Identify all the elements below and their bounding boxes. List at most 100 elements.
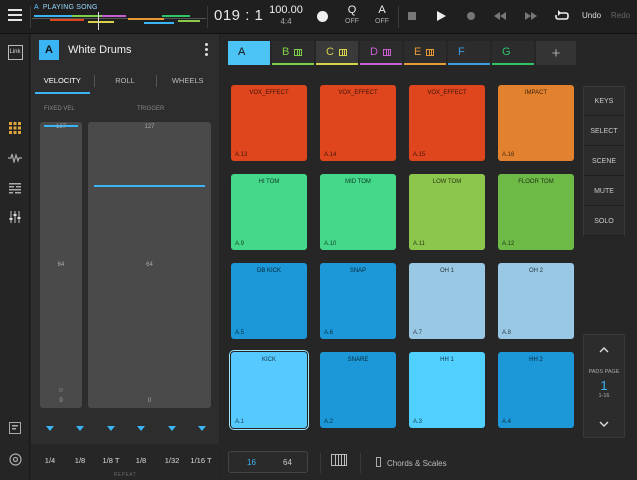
- song-position[interactable]: 019 : 1: [214, 7, 263, 24]
- play-icon[interactable]: [433, 8, 449, 24]
- bottom-bar: 16 64 Chords & Scales: [220, 447, 637, 480]
- fixed-velocity-max: 127: [55, 124, 66, 130]
- trigger-slider[interactable]: 127 64 0: [88, 122, 211, 408]
- repeat-rates: 1/4 1/8 1/8 T 1/8 1/32 1/16 T REPEAT: [31, 444, 219, 480]
- sequencer-view-icon[interactable]: [7, 180, 23, 196]
- menu-icon[interactable]: [8, 9, 22, 23]
- song-overview[interactable]: A PLAYING SONG: [32, 2, 206, 32]
- rate-button[interactable]: 1/8 T: [97, 456, 125, 465]
- trigger-min: 0: [147, 398, 152, 404]
- pad-name: DB KICK: [256, 268, 281, 274]
- drum-pad[interactable]: HH 2 A.4: [498, 352, 574, 428]
- rewind-icon[interactable]: [492, 8, 508, 24]
- arrow-down-icon[interactable]: [168, 426, 176, 431]
- drum-pad[interactable]: SNAP A.6: [320, 263, 396, 339]
- scene-tab-e[interactable]: E: [404, 41, 446, 65]
- pad-id: A.11: [413, 241, 425, 247]
- rate-button[interactable]: 1/32: [158, 456, 186, 465]
- drum-pad[interactable]: OH 1 A.7: [409, 263, 485, 339]
- solo-button[interactable]: SOLO: [584, 207, 624, 236]
- trigger-max: 127: [144, 124, 155, 130]
- drum-pad[interactable]: IMPACT A.16: [498, 85, 574, 161]
- redo-button[interactable]: Redo: [611, 11, 630, 20]
- rate-button[interactable]: 1/8: [66, 456, 94, 465]
- scene-tab-f[interactable]: F: [448, 41, 490, 65]
- arrow-down-icon[interactable]: [137, 426, 145, 431]
- rate-button[interactable]: 1/16 T: [187, 456, 215, 465]
- select-button[interactable]: SELECT: [584, 117, 624, 146]
- chevron-down-icon[interactable]: [599, 419, 609, 429]
- clip-launcher-icon[interactable]: [7, 420, 23, 436]
- drum-pad[interactable]: OH 2 A.8: [498, 263, 574, 339]
- drum-pad[interactable]: VOX_EFFECT A.13: [231, 85, 307, 161]
- scene-button[interactable]: SCENE: [584, 147, 624, 176]
- drum-pad[interactable]: FLOOR TOM A.12: [498, 174, 574, 250]
- pads-page-range: 1-16: [598, 393, 610, 399]
- note-repeat-arrows: [31, 426, 219, 436]
- browser-icon[interactable]: [7, 451, 23, 467]
- divider: [30, 6, 31, 28]
- chevron-up-icon[interactable]: [599, 345, 609, 355]
- time-signature: 4:4: [280, 17, 292, 26]
- record-button[interactable]: [317, 11, 328, 22]
- scene-tab-c[interactable]: C: [316, 41, 358, 65]
- tab-wheels[interactable]: WHEELS: [156, 70, 219, 92]
- link-icon: Link: [7, 44, 23, 60]
- link-button[interactable]: Link: [7, 44, 23, 60]
- arrow-down-icon[interactable]: [46, 426, 54, 431]
- stop-icon[interactable]: [404, 8, 420, 24]
- automation-toggle[interactable]: A OFF: [369, 4, 395, 25]
- drum-pad[interactable]: MID TOM A.10: [320, 174, 396, 250]
- more-options-icon[interactable]: [205, 43, 209, 58]
- arrow-down-icon[interactable]: [198, 426, 206, 431]
- scene-tab-g[interactable]: G: [492, 41, 534, 65]
- fixed-velocity-slider[interactable]: 127 64 ⚙ 0: [40, 122, 82, 408]
- mixer-view-icon[interactable]: [7, 209, 23, 225]
- trigger-label: TRIGGER: [137, 106, 165, 112]
- drum-pad[interactable]: LOW TOM A.11: [409, 174, 485, 250]
- drum-pad[interactable]: DB KICK A.5: [231, 263, 307, 339]
- instrument-panel: A White Drums VELOCITY ROLL WHEELS FIXED…: [31, 34, 219, 480]
- drum-pad[interactable]: HI TOM A.9: [231, 174, 307, 250]
- keys-button[interactable]: KEYS: [584, 87, 624, 116]
- drum-pad[interactable]: SNARE A.2: [320, 352, 396, 428]
- pad-id: A.1: [235, 419, 245, 425]
- tab-roll[interactable]: ROLL: [93, 70, 157, 92]
- drum-pad[interactable]: HH 1 A.3: [409, 352, 485, 428]
- instrument-name[interactable]: White Drums: [68, 44, 132, 56]
- keyboard-icon[interactable]: [331, 454, 347, 466]
- arrow-down-icon[interactable]: [76, 426, 84, 431]
- pad-name: HI TOM: [258, 179, 280, 185]
- pads-view-icon[interactable]: [7, 120, 23, 136]
- fast-forward-icon[interactable]: [523, 8, 539, 24]
- scene-tab-a[interactable]: A: [228, 41, 270, 65]
- drum-pad[interactable]: VOX_EFFECT A.15: [409, 85, 485, 161]
- mute-button[interactable]: MUTE: [584, 177, 624, 206]
- tempo-display[interactable]: 100.00 4:4: [266, 4, 306, 26]
- scene-tab-d[interactable]: D: [360, 41, 402, 65]
- undo-button[interactable]: Undo: [582, 11, 601, 20]
- pad-count-64[interactable]: 64: [283, 458, 292, 467]
- instrument-type-icon: [338, 48, 347, 56]
- record-arm-icon[interactable]: [463, 8, 479, 24]
- add-scene-button[interactable]: +: [536, 41, 576, 65]
- pad-id: A.7: [413, 330, 423, 336]
- settings-gear-icon: ⚙: [58, 388, 64, 394]
- pad-name: IMPACT: [524, 90, 548, 96]
- rate-button[interactable]: 1/8: [127, 456, 155, 465]
- pad-name: SNARE: [347, 357, 369, 363]
- loop-icon[interactable]: [554, 8, 570, 24]
- pad-count-16[interactable]: 16: [247, 458, 256, 467]
- chords-scales-button[interactable]: Chords & Scales: [376, 457, 447, 468]
- quantize-toggle[interactable]: Q OFF: [339, 4, 365, 25]
- divider: [207, 6, 208, 28]
- rate-button[interactable]: 1/4: [36, 456, 64, 465]
- drum-pad[interactable]: VOX_EFFECT A.14: [320, 85, 396, 161]
- arrow-down-icon[interactable]: [107, 426, 115, 431]
- drum-pad[interactable]: KICK A.1: [231, 352, 307, 428]
- fixed-velocity-mid: 64: [57, 262, 65, 268]
- scene-tab-b[interactable]: B: [272, 41, 314, 65]
- quantize-value: OFF: [345, 18, 359, 25]
- waveform-view-icon[interactable]: [7, 150, 23, 166]
- tab-velocity[interactable]: VELOCITY: [31, 70, 94, 94]
